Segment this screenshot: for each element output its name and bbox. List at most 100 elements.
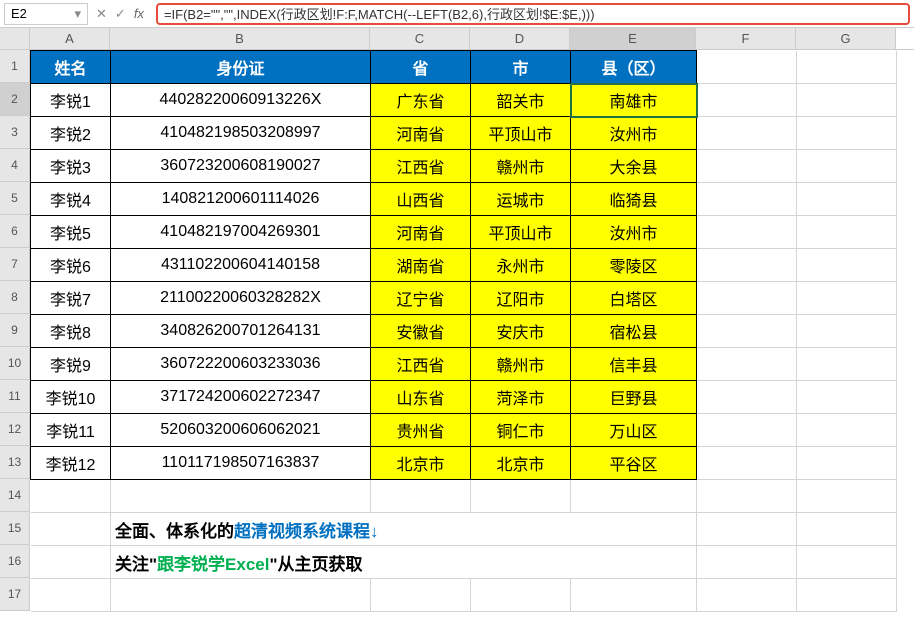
cell[interactable] <box>797 249 897 282</box>
cell[interactable] <box>31 579 111 612</box>
cell-city[interactable]: 赣州市 <box>471 150 571 183</box>
cell-county[interactable]: 宿松县 <box>571 315 697 348</box>
cell[interactable] <box>697 546 797 579</box>
cell[interactable] <box>697 579 797 612</box>
row-header-9[interactable]: 9 <box>0 314 30 347</box>
row-header-11[interactable]: 11 <box>0 380 30 413</box>
cell-city[interactable]: 北京市 <box>471 447 571 480</box>
cell[interactable] <box>697 414 797 447</box>
cell[interactable] <box>797 84 897 117</box>
cell-county[interactable]: 信丰县 <box>571 348 697 381</box>
select-all-corner[interactable] <box>0 28 30 49</box>
cell-id[interactable]: 520603200606062021 <box>111 414 371 447</box>
cancel-icon[interactable]: ✕ <box>96 6 107 22</box>
cell-city[interactable]: 平顶山市 <box>471 216 571 249</box>
cell[interactable] <box>31 480 111 513</box>
row-header-3[interactable]: 3 <box>0 116 30 149</box>
col-header-f[interactable]: F <box>696 28 796 49</box>
cell-county[interactable]: 大余县 <box>571 150 697 183</box>
cell-id[interactable]: 44028220060913226X <box>111 84 371 117</box>
cell[interactable] <box>31 513 111 546</box>
cell[interactable] <box>797 447 897 480</box>
row-header-1[interactable]: 1 <box>0 50 30 83</box>
row-header-2[interactable]: 2 <box>0 83 30 116</box>
cell[interactable] <box>697 183 797 216</box>
row-header-8[interactable]: 8 <box>0 281 30 314</box>
cell[interactable] <box>697 348 797 381</box>
cell-province[interactable]: 辽宁省 <box>371 282 471 315</box>
cell[interactable] <box>797 513 897 546</box>
spreadsheet-grid[interactable]: 姓名 身份证 省 市 县（区） 李锐1 44028220060913226X 广… <box>30 50 897 612</box>
cell-county[interactable]: 汝州市 <box>571 216 697 249</box>
cell-id[interactable]: 21100220060328282X <box>111 282 371 315</box>
cell-county-selected[interactable]: 南雄市 <box>571 84 697 117</box>
cell-city[interactable]: 永州市 <box>471 249 571 282</box>
cell[interactable] <box>697 480 797 513</box>
fx-icon[interactable]: fx <box>134 6 144 21</box>
cell-name[interactable]: 李锐8 <box>31 315 111 348</box>
cell[interactable] <box>697 117 797 150</box>
cell-city[interactable]: 铜仁市 <box>471 414 571 447</box>
cell[interactable] <box>797 348 897 381</box>
cell-name[interactable]: 李锐12 <box>31 447 111 480</box>
dropdown-icon[interactable]: ▾ <box>74 6 81 22</box>
cell[interactable] <box>797 117 897 150</box>
cell[interactable] <box>31 546 111 579</box>
cell-name[interactable]: 李锐6 <box>31 249 111 282</box>
cell[interactable] <box>571 480 697 513</box>
cell-county[interactable]: 平谷区 <box>571 447 697 480</box>
row-header-13[interactable]: 13 <box>0 446 30 479</box>
cell-name[interactable]: 李锐2 <box>31 117 111 150</box>
cell-province[interactable]: 湖南省 <box>371 249 471 282</box>
cell-name[interactable]: 李锐5 <box>31 216 111 249</box>
cell-county[interactable]: 巨野县 <box>571 381 697 414</box>
accept-icon[interactable]: ✓ <box>115 6 126 22</box>
cell[interactable] <box>797 51 897 84</box>
cell-city[interactable]: 安庆市 <box>471 315 571 348</box>
cell-id[interactable]: 360723200608190027 <box>111 150 371 183</box>
cell-name[interactable]: 李锐9 <box>31 348 111 381</box>
promo-line-2[interactable]: 关注"跟李锐学Excel"从主页获取 <box>111 546 697 579</box>
cell[interactable] <box>697 513 797 546</box>
col-header-d[interactable]: D <box>470 28 570 49</box>
cell-province[interactable]: 安徽省 <box>371 315 471 348</box>
cell-name[interactable]: 李锐7 <box>31 282 111 315</box>
cell[interactable] <box>797 381 897 414</box>
cell-province[interactable]: 江西省 <box>371 348 471 381</box>
row-header-4[interactable]: 4 <box>0 149 30 182</box>
cell[interactable] <box>797 480 897 513</box>
cell-name[interactable]: 李锐10 <box>31 381 111 414</box>
cell-id[interactable]: 371724200602272347 <box>111 381 371 414</box>
cell[interactable] <box>697 282 797 315</box>
cell[interactable] <box>471 480 571 513</box>
cell-city[interactable]: 赣州市 <box>471 348 571 381</box>
col-header-e[interactable]: E <box>570 28 696 49</box>
cell-name[interactable]: 李锐4 <box>31 183 111 216</box>
row-header-5[interactable]: 5 <box>0 182 30 215</box>
cell-province[interactable]: 山西省 <box>371 183 471 216</box>
row-header-10[interactable]: 10 <box>0 347 30 380</box>
row-header-14[interactable]: 14 <box>0 479 30 512</box>
row-header-15[interactable]: 15 <box>0 512 30 545</box>
row-header-12[interactable]: 12 <box>0 413 30 446</box>
cell-province[interactable]: 贵州省 <box>371 414 471 447</box>
cell-city[interactable]: 辽阳市 <box>471 282 571 315</box>
cell-id[interactable]: 340826200701264131 <box>111 315 371 348</box>
header-city[interactable]: 市 <box>471 51 571 84</box>
cell[interactable] <box>697 216 797 249</box>
cell[interactable] <box>697 249 797 282</box>
header-id[interactable]: 身份证 <box>111 51 371 84</box>
cell[interactable] <box>697 84 797 117</box>
cell[interactable] <box>797 183 897 216</box>
row-header-6[interactable]: 6 <box>0 215 30 248</box>
cell[interactable] <box>111 579 371 612</box>
cell-city[interactable]: 菏泽市 <box>471 381 571 414</box>
header-province[interactable]: 省 <box>371 51 471 84</box>
cell[interactable] <box>797 546 897 579</box>
cell-id[interactable]: 360722200603233036 <box>111 348 371 381</box>
cell-province[interactable]: 山东省 <box>371 381 471 414</box>
col-header-g[interactable]: G <box>796 28 896 49</box>
col-header-a[interactable]: A <box>30 28 110 49</box>
cell-county[interactable]: 零陵区 <box>571 249 697 282</box>
cell-city[interactable]: 韶关市 <box>471 84 571 117</box>
